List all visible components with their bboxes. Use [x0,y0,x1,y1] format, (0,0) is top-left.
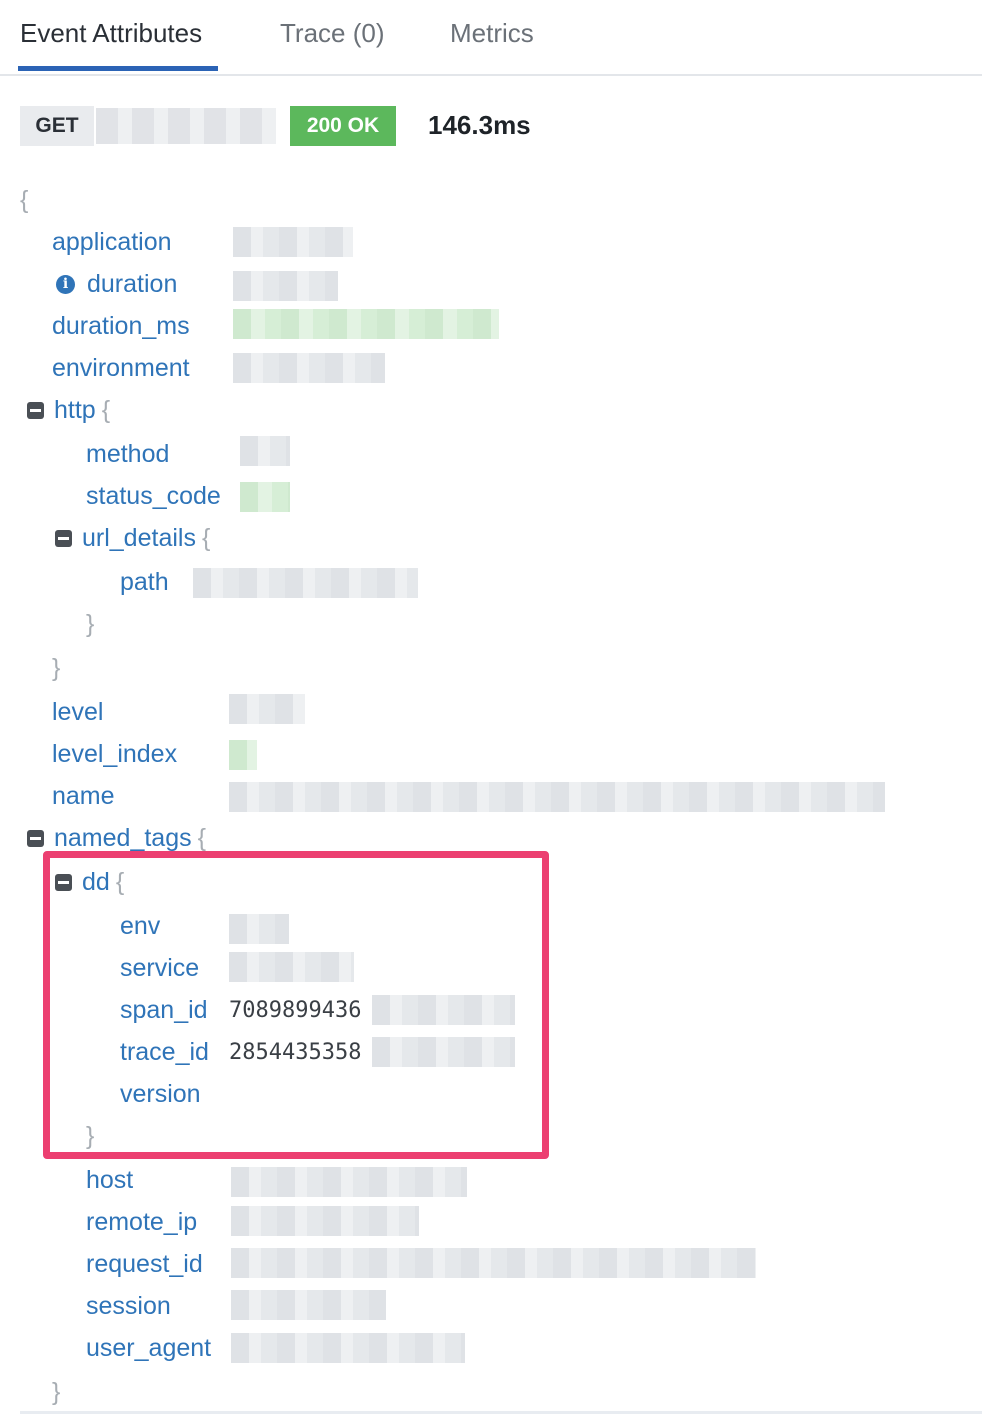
attr-key: named_tags [54,823,192,852]
highlight-annotation-box [43,851,549,1159]
attr-duration[interactable]: i duration [56,264,177,304]
attr-key: path [120,567,169,596]
attr-key: http [54,395,96,424]
attr-key: method [86,439,170,468]
attr-key: request_id [86,1249,203,1278]
redacted-value [231,1206,419,1236]
redacted-value [231,1167,467,1197]
attr-key: level_index [52,739,178,768]
attr-key: remote_ip [86,1207,198,1236]
attr-environment[interactable]: environment [52,348,190,388]
attr-remote-ip[interactable]: remote_ip [86,1202,197,1242]
attr-key: status_code [86,481,221,510]
attr-request-id[interactable]: request_id [86,1244,203,1284]
redacted-value [240,482,290,512]
request-duration: 146.3ms [428,110,531,140]
redacted-value [233,271,338,301]
redacted-value [229,694,305,724]
attr-http[interactable]: http { [54,390,110,430]
json-close-brace: } [52,1377,61,1406]
json-close-brace: } [86,609,95,638]
attr-key: duration_ms [52,311,190,340]
attr-key: url_details [82,523,196,552]
attr-status-code[interactable]: status_code [86,476,221,516]
redacted-url [96,108,276,144]
attr-host[interactable]: host [86,1160,133,1200]
redacted-value [231,1248,756,1278]
http-method-badge: GET [20,106,94,146]
status-badge: 200 OK [290,106,396,146]
collapse-http-toggle[interactable] [27,402,44,419]
attr-key: name [52,781,115,810]
attr-key: level [52,697,104,726]
collapse-named-tags-toggle[interactable] [27,830,44,847]
tab-metrics[interactable]: Metrics [450,18,534,49]
attr-key: host [86,1165,134,1194]
redacted-value [231,1290,386,1320]
attr-application[interactable]: application [52,222,172,262]
redacted-value [233,309,499,339]
active-tab-indicator [18,66,218,71]
attr-level[interactable]: level [52,692,103,732]
attr-user-agent[interactable]: user_agent [86,1328,211,1368]
info-icon[interactable]: i [56,274,75,294]
attr-key: application [52,227,172,256]
tab-bar: Event Attributes Trace (0) Metrics [0,0,982,76]
redacted-value [193,568,418,598]
redacted-value [229,782,885,812]
panel-bottom-border [20,1411,982,1414]
json-root-open: { [20,185,29,214]
attr-key: duration [87,269,178,298]
json-close-brace: } [52,653,61,682]
attr-key: user_agent [86,1333,212,1362]
collapse-url-details-toggle[interactable] [55,530,72,547]
attr-http-method[interactable]: method [86,434,169,474]
attr-url-details[interactable]: url_details { [82,518,210,558]
tab-trace[interactable]: Trace (0) [280,18,385,49]
redacted-value [229,740,257,770]
attr-key: environment [52,353,190,382]
attr-session[interactable]: session [86,1286,171,1326]
redacted-value [233,227,353,257]
attr-key: session [86,1291,171,1320]
attr-level-index[interactable]: level_index [52,734,177,774]
redacted-value [233,353,385,383]
attr-name[interactable]: name [52,776,115,816]
attr-duration-ms[interactable]: duration_ms [52,306,190,346]
redacted-value [231,1333,465,1363]
attr-path[interactable]: path [120,562,169,602]
redacted-value [240,436,290,466]
tab-event-attributes[interactable]: Event Attributes [20,18,202,49]
